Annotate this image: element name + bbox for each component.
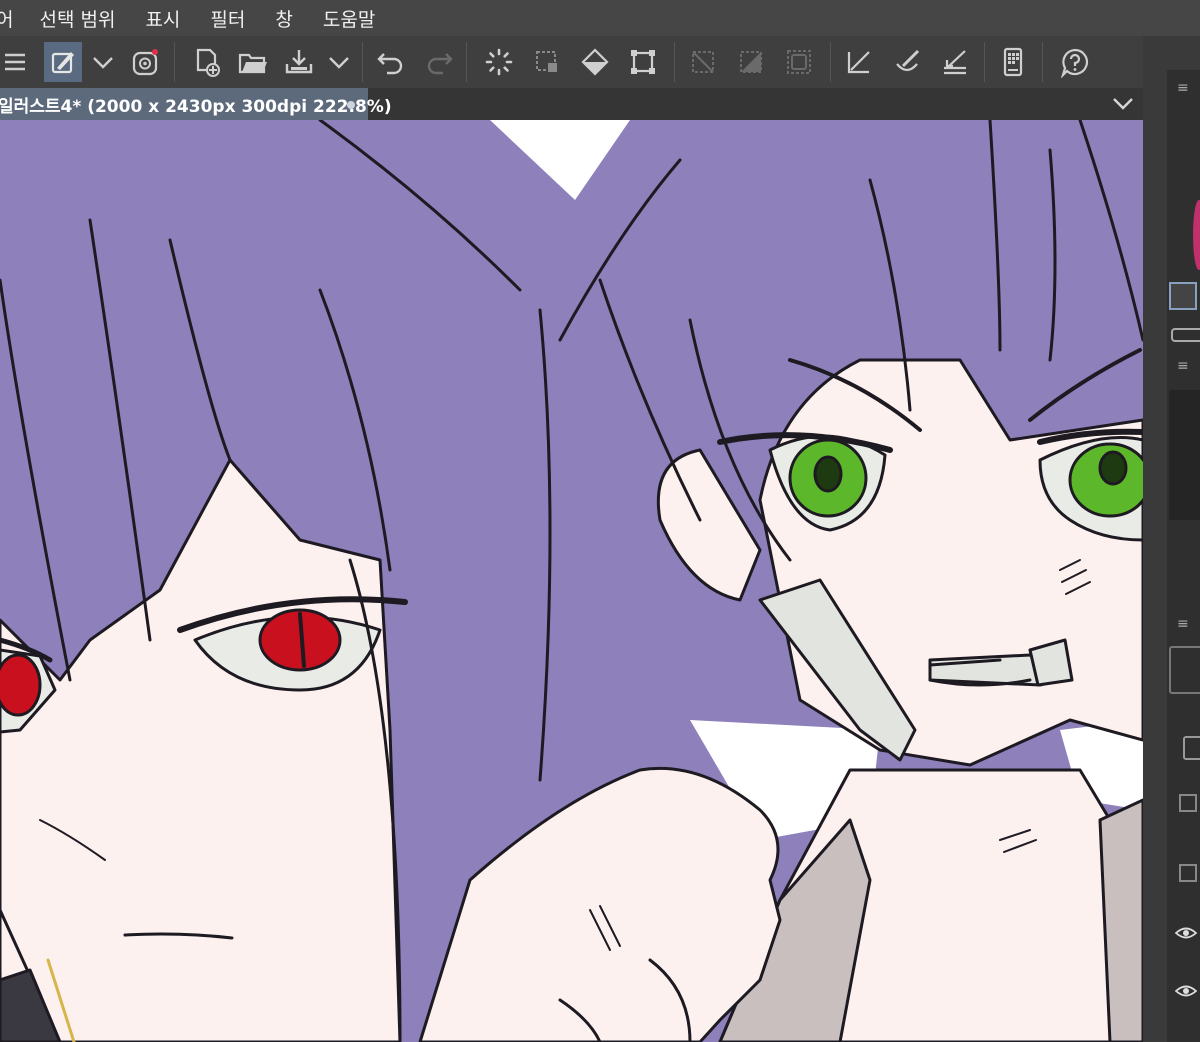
save-options-chevron-icon[interactable] bbox=[322, 42, 356, 82]
panel-menu-icon[interactable]: ≡ bbox=[1177, 81, 1193, 95]
ruler-icon[interactable] bbox=[840, 42, 878, 82]
select-all-icon[interactable] bbox=[780, 42, 818, 82]
chevron-down-icon[interactable] bbox=[86, 42, 120, 82]
toolbar-divider bbox=[174, 42, 175, 82]
toolbar-divider bbox=[1042, 42, 1043, 82]
record-icon[interactable] bbox=[126, 42, 164, 82]
brush-stroke-icon[interactable] bbox=[888, 42, 926, 82]
main-color-swatch[interactable] bbox=[1169, 282, 1197, 310]
drawing-canvas[interactable] bbox=[0, 120, 1143, 1042]
menu-item-edit[interactable]: 어 bbox=[0, 5, 13, 32]
eraser-icon[interactable] bbox=[936, 42, 974, 82]
layer-thumbnail[interactable] bbox=[1169, 646, 1200, 694]
menu-bar: 어 선택 범위 표시 필터 창 도움말 bbox=[0, 0, 1200, 36]
right-panel: ≡ ≡ ≡ bbox=[1143, 40, 1200, 1042]
layer-visibility-eye-icon[interactable] bbox=[1175, 984, 1197, 998]
menu-icon[interactable] bbox=[0, 42, 34, 82]
artwork bbox=[0, 120, 1143, 1042]
color-wheel-icon[interactable] bbox=[1193, 200, 1200, 270]
color-slider[interactable] bbox=[1171, 328, 1200, 342]
document-tab-bar: 일러스트4* (2000 x 2430px 300dpi 222.8%) bbox=[0, 88, 1143, 120]
menu-item-selection[interactable]: 선택 범위 bbox=[39, 5, 115, 32]
invert-selection-icon[interactable] bbox=[732, 42, 770, 82]
menu-item-filter[interactable]: 필터 bbox=[210, 5, 245, 32]
toolbar-divider bbox=[984, 42, 985, 82]
layer-checkbox[interactable] bbox=[1179, 794, 1197, 812]
toolbar-divider bbox=[674, 42, 675, 82]
layer-mask-icon[interactable] bbox=[1183, 736, 1200, 760]
panel-menu-icon[interactable]: ≡ bbox=[1177, 359, 1193, 373]
menu-item-help[interactable]: 도움말 bbox=[323, 5, 375, 32]
fill-icon[interactable] bbox=[576, 42, 614, 82]
toolbar-divider bbox=[466, 42, 467, 82]
brush-tool-icon[interactable] bbox=[44, 42, 82, 82]
panel-menu-icon[interactable]: ≡ bbox=[1177, 617, 1193, 631]
command-bar bbox=[0, 36, 1143, 89]
undo-icon[interactable] bbox=[372, 42, 410, 82]
toolbar-divider bbox=[830, 42, 831, 82]
document-tab-title: 일러스트4* (2000 x 2430px 300dpi 222.8%) bbox=[0, 96, 392, 117]
tab-list-chevron-icon[interactable] bbox=[1112, 96, 1134, 112]
document-tab[interactable]: 일러스트4* (2000 x 2430px 300dpi 222.8%) bbox=[0, 88, 392, 120]
open-folder-icon[interactable] bbox=[234, 42, 272, 82]
phone-icon[interactable] bbox=[994, 42, 1032, 82]
layer-visibility-eye-icon[interactable] bbox=[1175, 926, 1197, 940]
clear-selection-icon[interactable] bbox=[684, 42, 722, 82]
panel-preview bbox=[1169, 390, 1200, 520]
menu-item-view[interactable]: 표시 bbox=[145, 5, 180, 32]
selection-icon[interactable] bbox=[528, 42, 566, 82]
unsaved-dot-icon[interactable] bbox=[347, 101, 355, 109]
save-icon[interactable] bbox=[280, 42, 318, 82]
layer-checkbox[interactable] bbox=[1179, 864, 1197, 882]
redo-icon[interactable] bbox=[420, 42, 458, 82]
loading-icon[interactable] bbox=[480, 42, 518, 82]
transform-icon[interactable] bbox=[624, 42, 662, 82]
new-file-icon[interactable] bbox=[188, 42, 226, 82]
help-icon[interactable] bbox=[1056, 42, 1094, 82]
menu-item-window[interactable]: 창 bbox=[275, 5, 292, 32]
toolbar-divider bbox=[362, 42, 363, 82]
